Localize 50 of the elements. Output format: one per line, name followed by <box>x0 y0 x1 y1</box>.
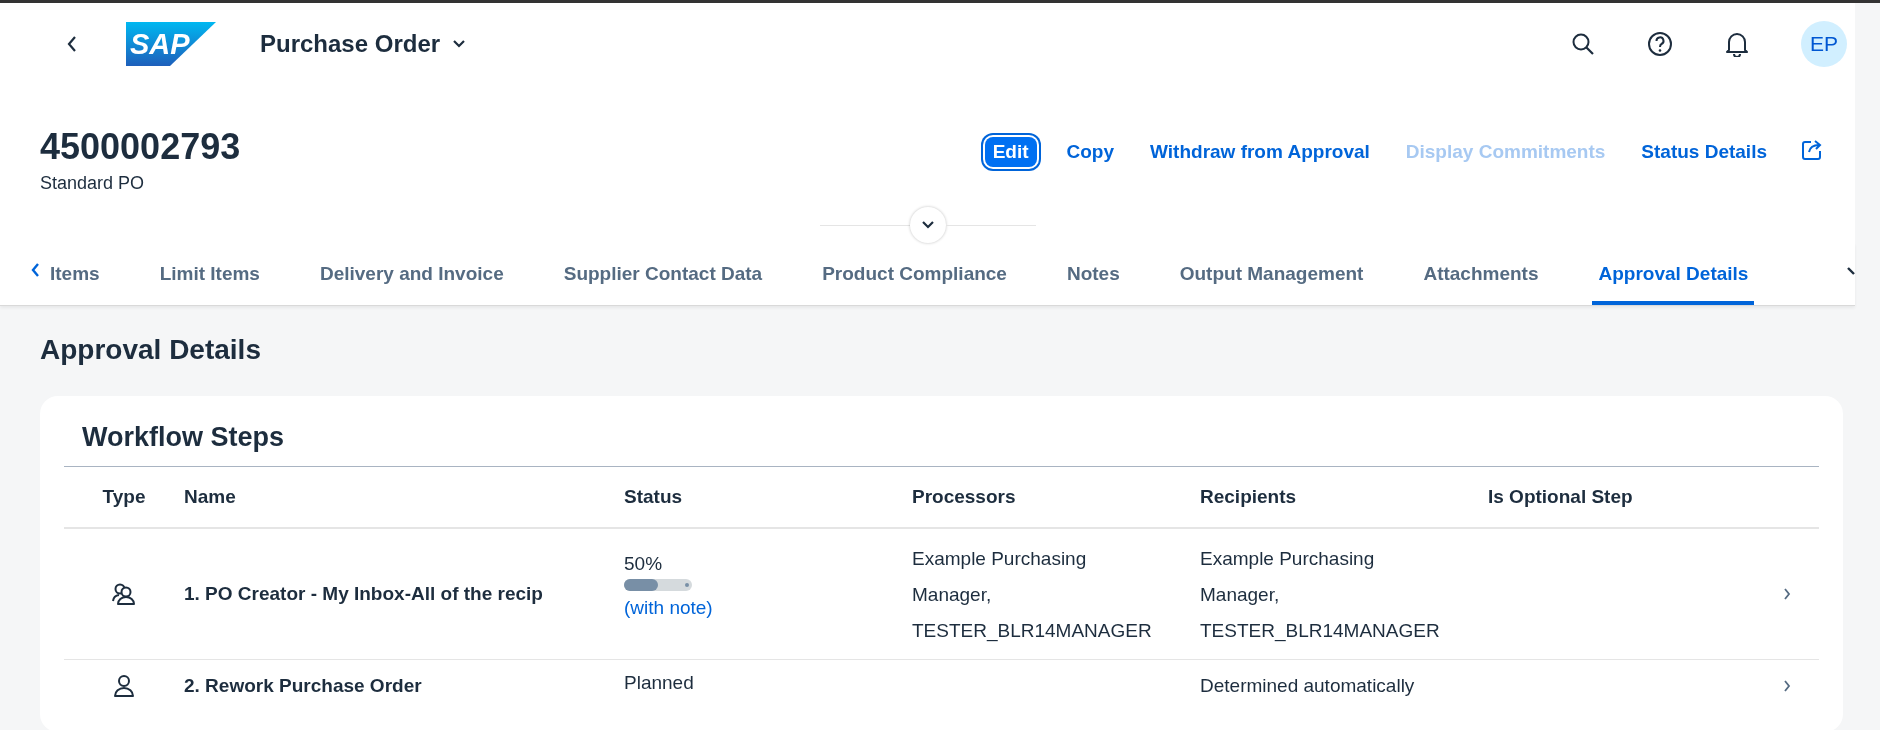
tab[interactable]: Attachments <box>1417 243 1545 305</box>
chevron-down-icon <box>452 39 467 49</box>
scroll-left-icon[interactable] <box>30 262 40 278</box>
section-title: Approval Details <box>40 334 262 367</box>
action-link[interactable]: Copy <box>1052 135 1129 169</box>
person-icon <box>113 674 135 698</box>
tab[interactable]: Output Management <box>1173 243 1370 305</box>
help-icon[interactable] <box>1647 31 1673 57</box>
tab[interactable]: Limit Items <box>153 243 266 305</box>
table-row[interactable]: 1. PO Creator - My Inbox-All of the recip 50% (with note) Example Purchasing Manager, TESTER_BLR14MANAGER Example Purchasing Manager, TESTER_BLR14MANAGER <box>64 529 1819 660</box>
table-cell: Example Purchasing Manager, TESTER_BLR14MANAGER <box>912 548 1152 641</box>
table-cell: Example Purchasing Manager, TESTER_BLR14MANAGER <box>1200 548 1440 641</box>
action-link[interactable]: Withdraw from Approval <box>1136 135 1384 169</box>
tab[interactable]: Supplier Contact Data <box>557 243 769 305</box>
table-cell: 1. PO Creator - My Inbox-All of the recip <box>184 583 543 604</box>
collapse-header-button[interactable] <box>909 207 946 243</box>
column-header: Is Optional Step <box>1488 486 1633 507</box>
tab[interactable]: Product Compliance <box>816 243 1013 305</box>
chevron-down-icon <box>920 220 935 230</box>
column-header: Name <box>184 486 236 507</box>
column-header: Status <box>624 486 683 507</box>
back-icon[interactable] <box>66 35 78 53</box>
object-title: 4500002793 <box>40 127 242 167</box>
bell-icon[interactable] <box>1725 31 1749 57</box>
people-icon <box>111 582 137 606</box>
sap-logo[interactable]: SAP <box>126 22 216 66</box>
progress-percent: 50% <box>624 552 664 576</box>
chevron-right-icon <box>1783 588 1791 600</box>
tab[interactable]: Items <box>50 243 106 305</box>
share-icon[interactable] <box>1801 139 1823 161</box>
search-icon[interactable] <box>1571 32 1595 56</box>
column-header: Type <box>102 486 146 508</box>
column-header: Processors <box>912 486 1016 507</box>
chevron-right-icon <box>1783 680 1791 692</box>
object-subtitle: Standard PO <box>40 173 146 194</box>
app-title-menu[interactable]: Purchase Order <box>260 30 467 58</box>
column-header: Recipients <box>1200 486 1297 507</box>
progress-bar <box>624 579 692 591</box>
tab[interactable]: Delivery and Invoice <box>313 243 510 305</box>
action-link[interactable]: Status Details <box>1627 135 1781 169</box>
tab[interactable]: Notes <box>1060 243 1126 305</box>
table-cell: 2. Rework Purchase Order <box>184 675 422 696</box>
table-title: Workflow Steps <box>82 422 286 454</box>
tab[interactable]: Approval Details <box>1592 243 1755 305</box>
logo-text: SAP <box>130 28 190 60</box>
table-cell: Determined automatically <box>1200 675 1415 696</box>
user-avatar[interactable]: EP <box>1801 21 1847 67</box>
note-link[interactable]: (with note) <box>624 597 912 619</box>
table-row[interactable]: 2. Rework Purchase Order Planned Determined automatically <box>64 660 1819 712</box>
table-cell-text: Planned <box>624 671 695 695</box>
